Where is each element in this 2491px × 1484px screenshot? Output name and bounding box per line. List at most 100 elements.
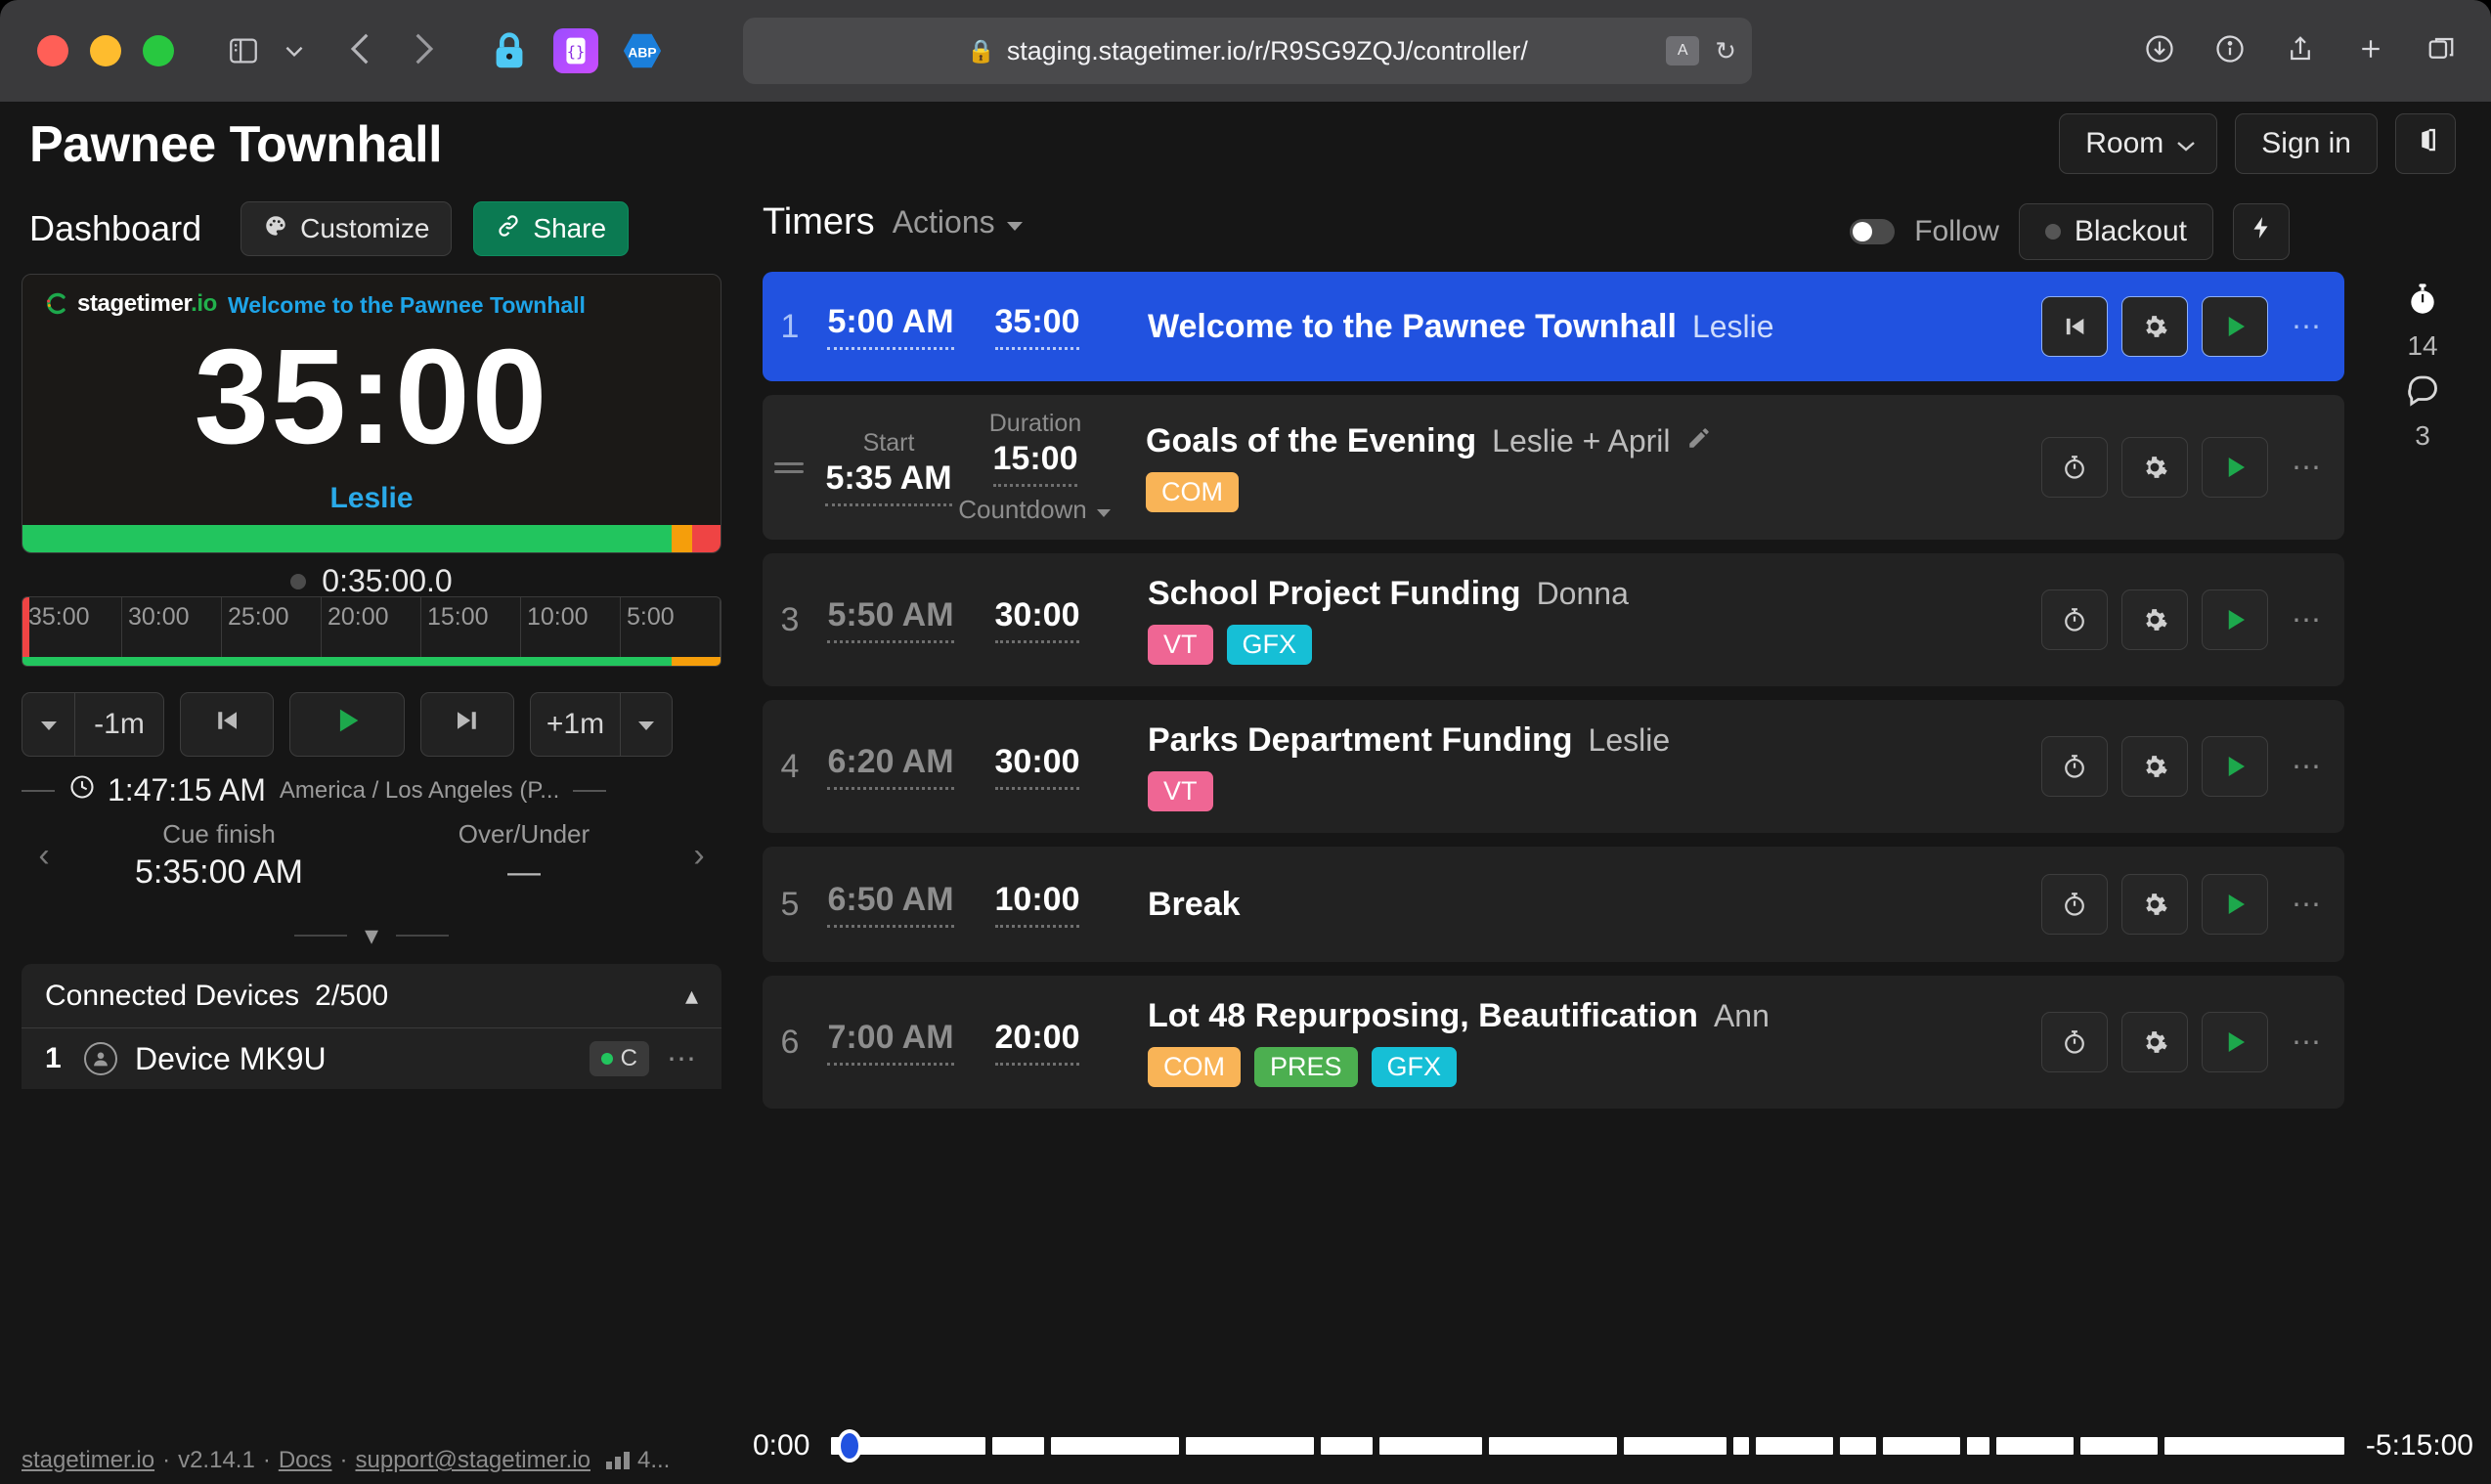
next-timer-button[interactable] <box>420 692 514 757</box>
timer-start[interactable]: Start 5:35 AM <box>815 429 962 506</box>
new-tab-icon[interactable] <box>2356 34 2385 68</box>
translate-icon[interactable]: A <box>1666 36 1699 65</box>
timer-row[interactable]: 3 5:50 AM 30:00 School Project Funding D… <box>763 553 2344 686</box>
timer-row[interactable]: 1 5:00 AM 35:00 Welcome to the Pawnee To… <box>763 272 2344 381</box>
next-cue-button[interactable]: › <box>677 837 721 875</box>
rail-messages-button[interactable]: 3 <box>2354 371 2491 452</box>
drag-handle-icon[interactable] <box>763 458 815 478</box>
timer-settings-button[interactable] <box>2121 437 2188 498</box>
timer-start[interactable]: 6:20 AM <box>817 743 964 790</box>
flash-button[interactable] <box>2233 203 2290 260</box>
back-button[interactable] <box>348 30 373 72</box>
timer-settings-button[interactable] <box>2121 589 2188 650</box>
maximize-window-button[interactable] <box>143 35 174 66</box>
adblock-plus-icon[interactable]: ABP <box>620 28 665 73</box>
timer-menu-icon[interactable]: ⋯ <box>2292 451 2323 485</box>
sidebar-toggle-icon[interactable] <box>227 34 260 67</box>
timer-start[interactable]: 5:50 AM <box>817 596 964 643</box>
timer-settings-button[interactable] <box>2121 874 2188 935</box>
forward-button[interactable] <box>411 30 436 72</box>
room-button[interactable]: Room <box>2059 113 2217 174</box>
close-window-button[interactable] <box>37 35 68 66</box>
timer-play-button[interactable] <box>2202 1012 2268 1072</box>
timer-row[interactable]: 5 6:50 AM 10:00 Break <box>763 847 2344 962</box>
footer-docs-link[interactable]: Docs <box>279 1447 332 1474</box>
timer-settings-button[interactable] <box>2121 1012 2188 1072</box>
customize-button[interactable]: Customize <box>240 201 452 256</box>
tab-overview-icon[interactable] <box>2426 34 2456 68</box>
subtract-time-dropdown[interactable] <box>22 692 74 757</box>
timer-start[interactable]: 7:00 AM <box>817 1019 964 1066</box>
timer-start[interactable]: 6:50 AM <box>817 881 964 928</box>
device-menu-icon[interactable]: ⋯ <box>667 1042 698 1076</box>
play-timer-button[interactable] <box>289 692 405 757</box>
progress-playhead[interactable] <box>837 1429 862 1462</box>
follow-toggle[interactable] <box>1850 219 1895 244</box>
timer-menu-icon[interactable]: ⋯ <box>2292 750 2323 784</box>
timer-play-button[interactable] <box>2202 296 2268 357</box>
timer-reset-button[interactable] <box>2041 296 2108 357</box>
collapse-panel-row[interactable]: ▾ <box>22 919 721 951</box>
timer-duration[interactable]: 30:00 <box>964 596 1111 643</box>
timer-row[interactable]: 6 7:00 AM 20:00 Lot 48 Repurposing, Beau… <box>763 976 2344 1109</box>
timer-play-button[interactable] <box>2202 874 2268 935</box>
downloads-icon[interactable] <box>2145 34 2174 68</box>
timer-menu-icon[interactable]: ⋯ <box>2292 310 2323 344</box>
timer-settings-button[interactable] <box>2121 296 2188 357</box>
timer-duration[interactable]: 20:00 <box>964 1019 1111 1066</box>
countdown-mode-dropdown[interactable]: Countdown <box>962 495 1109 525</box>
timer-play-button[interactable] <box>2202 736 2268 797</box>
timeline-ruler[interactable]: 35:00 30:00 25:00 20:00 15:00 10:00 5:00 <box>22 596 721 667</box>
add-time-dropdown[interactable] <box>620 692 673 757</box>
footer-site-link[interactable]: stagetimer.io <box>22 1447 154 1474</box>
timer-stopwatch-button[interactable] <box>2041 874 2108 935</box>
subtract-one-minute-button[interactable]: -1m <box>74 692 164 757</box>
timer-menu-icon[interactable]: ⋯ <box>2292 1026 2323 1060</box>
timer-duration[interactable]: 35:00 <box>964 303 1111 350</box>
sidebar-dropdown-icon[interactable] <box>282 38 307 64</box>
reset-timer-button[interactable] <box>180 692 274 757</box>
timers-actions-menu[interactable]: Actions <box>893 204 1025 240</box>
exit-room-button[interactable] <box>2395 113 2456 174</box>
timer-menu-icon[interactable]: ⋯ <box>2292 603 2323 637</box>
share-icon[interactable] <box>2286 34 2315 68</box>
info-icon[interactable] <box>2215 34 2245 68</box>
viewer-time: 35:00 <box>22 329 721 464</box>
share-button[interactable]: Share <box>473 201 629 256</box>
progress-track[interactable] <box>831 1433 2344 1459</box>
add-one-minute-button[interactable]: +1m <box>530 692 620 757</box>
timer-start[interactable]: 5:00 AM <box>817 303 964 350</box>
timer-stopwatch-button[interactable] <box>2041 736 2108 797</box>
lock-extension-icon[interactable] <box>487 28 532 73</box>
reload-icon[interactable]: ↻ <box>1715 36 1736 66</box>
timer-menu-icon[interactable]: ⋯ <box>2292 888 2323 922</box>
devices-header[interactable]: Connected Devices 2/500 ▴ <box>22 964 721 1028</box>
timer-duration[interactable]: Duration 15:00 Countdown <box>962 410 1109 525</box>
timer-play-button[interactable] <box>2202 437 2268 498</box>
timer-duration[interactable]: 10:00 <box>964 881 1111 928</box>
code-extension-icon[interactable]: {} <box>553 28 598 73</box>
timer-stopwatch-button[interactable] <box>2041 589 2108 650</box>
viewer-preview[interactable]: stagetimer.io Welcome to the Pawnee Town… <box>22 274 721 553</box>
minimize-window-button[interactable] <box>90 35 121 66</box>
footer-support-link[interactable]: support@stagetimer.io <box>356 1447 590 1474</box>
timer-stopwatch-button[interactable] <box>2041 437 2108 498</box>
ruler-playhead[interactable] <box>22 597 29 666</box>
rail-timers-button[interactable]: 14 <box>2354 282 2491 362</box>
blackout-button[interactable]: Blackout <box>2019 203 2213 260</box>
address-bar[interactable]: 🔒 staging.stagetimer.io/r/R9SG9ZQJ/contr… <box>743 18 1752 84</box>
ruler-tick: 25:00 <box>222 597 322 666</box>
chevron-down-icon[interactable]: ▾ <box>365 919 378 951</box>
timer-row[interactable]: 4 6:20 AM 30:00 Parks Department Funding… <box>763 700 2344 833</box>
sign-in-button[interactable]: Sign in <box>2235 113 2378 174</box>
device-row[interactable]: 1 Device MK9U C ⋯ <box>22 1028 721 1089</box>
timer-row[interactable]: Start 5:35 AM Duration 15:00 Countdown <box>763 395 2344 540</box>
chevron-up-icon[interactable]: ▴ <box>685 981 698 1011</box>
timer-settings-button[interactable] <box>2121 736 2188 797</box>
timer-duration[interactable]: 30:00 <box>964 743 1111 790</box>
rail-timers-count: 14 <box>2354 330 2491 362</box>
timer-stopwatch-button[interactable] <box>2041 1012 2108 1072</box>
timer-play-button[interactable] <box>2202 589 2268 650</box>
previous-cue-button[interactable]: ‹ <box>22 837 66 875</box>
edit-pencil-icon[interactable] <box>1686 425 1712 458</box>
